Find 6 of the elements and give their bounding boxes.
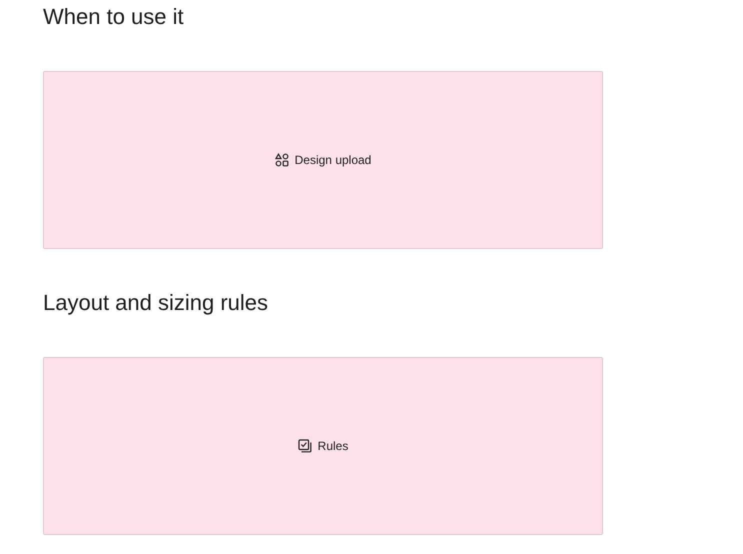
shapes-icon [274, 153, 289, 167]
section-heading: Layout and sizing rules [43, 289, 270, 317]
checkbox-icon [298, 439, 312, 453]
section-heading: When to use it [43, 3, 185, 31]
placeholder-label: Rules [318, 439, 348, 453]
placeholder-label: Design upload [294, 153, 372, 167]
